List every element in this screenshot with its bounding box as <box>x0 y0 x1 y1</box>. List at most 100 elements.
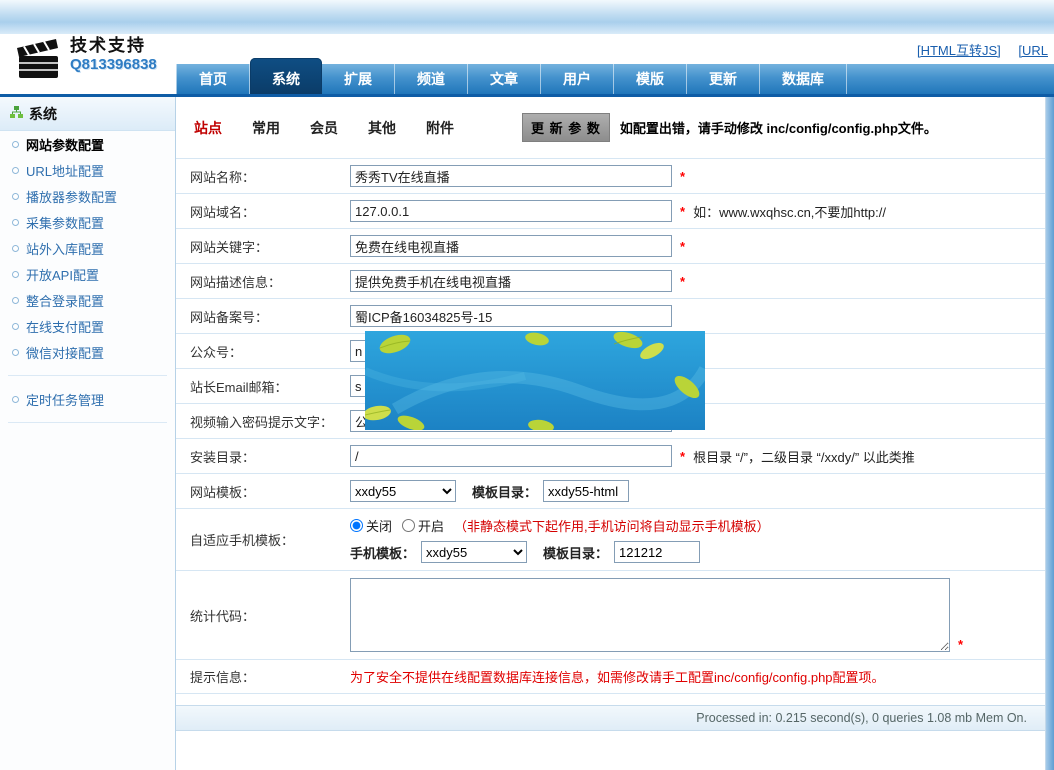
sidebar-item-label: 定时任务管理 <box>26 390 104 409</box>
mobile-template-note: （非静态模式下起作用,手机访问将自动显示手机模板） <box>454 516 770 535</box>
sidebar-item-label: 播放器参数配置 <box>26 187 117 206</box>
security-tip-text: 为了安全不提供在线配置数据库连接信息，如需修改请手工配置inc/config/c… <box>350 667 885 686</box>
mobile-on-radio[interactable] <box>402 519 415 532</box>
form-row-site-name: 网站名称： * <box>176 158 1045 193</box>
field-label: 站长Email邮箱： <box>176 377 350 396</box>
stats-code-textarea[interactable] <box>350 578 950 652</box>
main-panel: 站点 常用 会员 其他 附件 更 新 参 数 如配置出错，请手动修改 inc/c… <box>176 97 1046 770</box>
sidebar-item-api-config[interactable]: 开放API配置 <box>0 261 175 287</box>
mobile-template-on-option[interactable]: 开启 <box>402 516 444 535</box>
radio-off-label: 关闭 <box>366 516 392 535</box>
sidebar-item-cron-manage[interactable]: 定时任务管理 <box>0 386 175 412</box>
site-name-input[interactable] <box>350 165 672 187</box>
sidebar-item-label: 站外入库配置 <box>26 239 104 258</box>
form-row-description: 网站描述信息： * <box>176 263 1045 298</box>
sidebar-item-label: 整合登录配置 <box>26 291 104 310</box>
subtab-common[interactable]: 常用 <box>252 118 280 138</box>
subtab-site[interactable]: 站点 <box>194 118 222 138</box>
sidebar-item-label: 开放API配置 <box>26 265 99 284</box>
sidebar-divider <box>8 422 167 423</box>
form-row-mobile-template: 自适应手机模板： 关闭 开启 （非静态模式下起作用,手机访问将自动显示手 <box>176 508 1045 570</box>
site-template-select[interactable]: xxdy55 <box>350 480 456 502</box>
field-label: 提示信息： <box>176 667 350 686</box>
sidebar-item-label: URL地址配置 <box>26 161 104 180</box>
install-dir-input[interactable] <box>350 445 672 467</box>
bullet-icon <box>12 323 19 330</box>
link-html-to-js[interactable]: [HTML互转JS] <box>917 43 1001 58</box>
site-domain-input[interactable] <box>350 200 672 222</box>
header-links: [HTML互转JS] [URL <box>903 40 1048 59</box>
nav-tab-update[interactable]: 更新 <box>687 64 760 94</box>
subtab-attachment[interactable]: 附件 <box>426 118 454 138</box>
nav-tab-article[interactable]: 文章 <box>468 64 541 94</box>
content-layout: 系统 网站参数配置 URL地址配置 播放器参数配置 采集参数配置 站外入库配置 <box>0 97 1054 770</box>
mobile-off-radio[interactable] <box>350 519 363 532</box>
mobile-template-off-option[interactable]: 关闭 <box>350 516 392 535</box>
nav-tab-template[interactable]: 模版 <box>614 64 687 94</box>
form-row-stats-code: 统计代码： * <box>176 570 1045 659</box>
mobile-template-select[interactable]: xxdy55 <box>421 541 527 563</box>
sidebar-item-label: 采集参数配置 <box>26 213 104 232</box>
sitemap-icon <box>10 106 23 122</box>
required-star: * <box>680 169 685 184</box>
admin-page: [HTML互转JS] [URL 首页 系统 扩展 频道 文章 用户 模版 更新 … <box>0 0 1054 770</box>
bullet-icon <box>12 219 19 226</box>
description-input[interactable] <box>350 270 672 292</box>
mobile-template-dir-input[interactable] <box>614 541 700 563</box>
required-star: * <box>680 274 685 289</box>
bullet-icon <box>12 245 19 252</box>
form-row-icp: 网站备案号： <box>176 298 1045 333</box>
field-label: 网站名称： <box>176 167 350 186</box>
sidebar-item-player-config[interactable]: 播放器参数配置 <box>0 183 175 209</box>
nav-tab-home[interactable]: 首页 <box>176 64 250 94</box>
required-star: * <box>680 239 685 254</box>
bullet-icon <box>12 297 19 304</box>
install-dir-hint: 根目录 “/”，二级目录 “/xxdy/” 以此类推 <box>693 447 915 466</box>
keywords-input[interactable] <box>350 235 672 257</box>
form-row-tips: 提示信息： 为了安全不提供在线配置数据库连接信息，如需修改请手工配置inc/co… <box>176 659 1045 694</box>
nav-tab-system[interactable]: 系统 <box>250 58 322 94</box>
required-star: * <box>958 637 963 652</box>
sidebar-item-url-config[interactable]: URL地址配置 <box>0 157 175 183</box>
nav-tab-extend[interactable]: 扩展 <box>322 64 395 94</box>
sidebar-item-payment-config[interactable]: 在线支付配置 <box>0 313 175 339</box>
bullet-icon <box>12 167 19 174</box>
site-logo: 技术支持 Q813396838 <box>14 36 184 85</box>
sidebar-item-site-params[interactable]: 网站参数配置 <box>0 131 175 157</box>
template-dir-input[interactable] <box>543 480 629 502</box>
subtab-member[interactable]: 会员 <box>310 118 338 138</box>
link-url[interactable]: [URL <box>1018 43 1048 58</box>
mobile-template-select-label: 手机模板： <box>350 543 415 562</box>
subtab-other[interactable]: 其他 <box>368 118 396 138</box>
sidebar-item-label: 微信对接配置 <box>26 343 104 362</box>
field-label: 自适应手机模板： <box>176 530 350 549</box>
sidebar-item-wechat-config[interactable]: 微信对接配置 <box>0 339 175 365</box>
field-label: 公众号： <box>176 342 350 361</box>
bullet-icon <box>12 349 19 356</box>
nav-tab-channel[interactable]: 频道 <box>395 64 468 94</box>
domain-hint: 如：www.wxqhsc.cn,不要加http:// <box>693 202 886 221</box>
config-warning-text: 如配置出错，请手动修改 inc/config/config.php文件。 <box>620 118 937 137</box>
update-params-button[interactable]: 更 新 参 数 <box>522 113 610 142</box>
form-row-site-domain: 网站域名： * 如：www.wxqhsc.cn,不要加http:// <box>176 193 1045 228</box>
nav-tab-database[interactable]: 数据库 <box>760 64 847 94</box>
sidebar-item-login-config[interactable]: 整合登录配置 <box>0 287 175 313</box>
field-label: 网站描述信息： <box>176 272 350 291</box>
processing-stats: Processed in: 0.215 second(s), 0 queries… <box>176 705 1045 731</box>
bullet-icon <box>12 271 19 278</box>
bullet-icon <box>12 396 19 403</box>
sidebar-divider <box>8 375 167 376</box>
form-row-install-dir: 安装目录： * 根目录 “/”，二级目录 “/xxdy/” 以此类推 <box>176 438 1045 473</box>
sidebar-item-collect-config[interactable]: 采集参数配置 <box>0 209 175 235</box>
required-star: * <box>680 449 685 464</box>
censored-image <box>365 331 705 430</box>
form-row-site-template: 网站模板： xxdy55 模板目录： <box>176 473 1045 508</box>
bullet-icon <box>12 141 19 148</box>
sidebar-item-offsite-config[interactable]: 站外入库配置 <box>0 235 175 261</box>
nav-tab-user[interactable]: 用户 <box>541 64 614 94</box>
field-label: 统计代码： <box>176 606 350 625</box>
field-label: 视频输入密码提示文字： <box>176 412 350 431</box>
logo-qq-number: Q813396838 <box>70 56 157 74</box>
icp-number-input[interactable] <box>350 305 672 327</box>
field-label: 网站模板： <box>176 482 350 501</box>
